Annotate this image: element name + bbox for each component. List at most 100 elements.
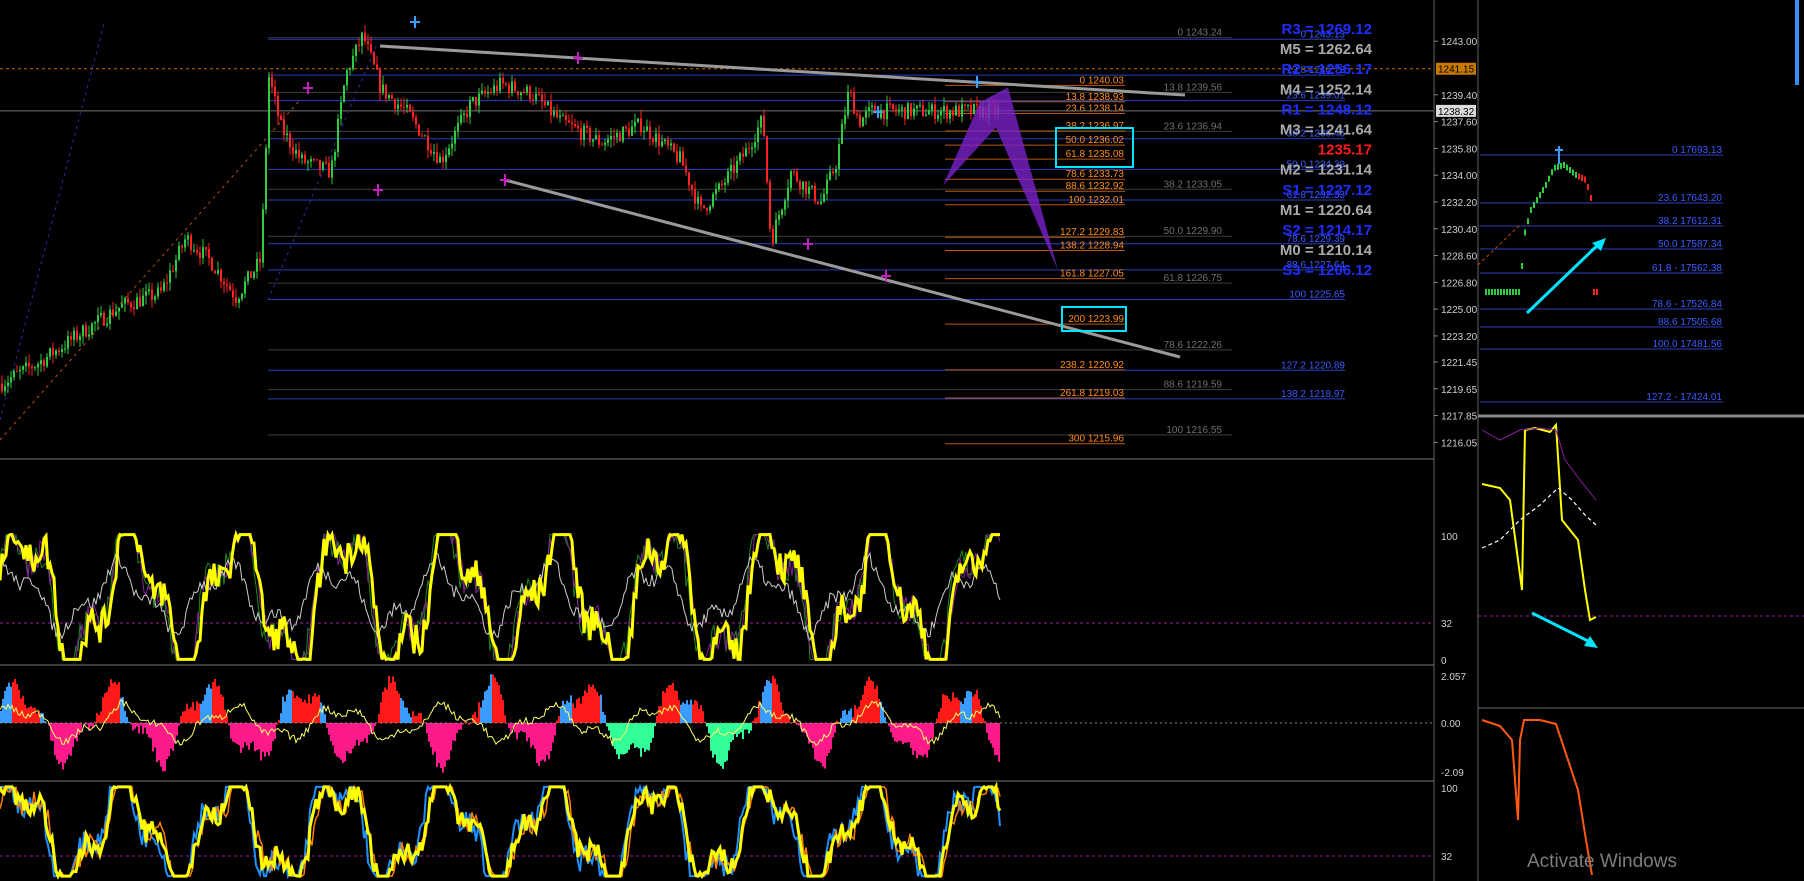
histogram-bar xyxy=(306,703,308,723)
candle-body xyxy=(916,105,918,109)
price-tick-label: 1239.40 xyxy=(1441,91,1478,102)
pivot-level-label: M0 = 1210.14 xyxy=(1280,242,1373,259)
histogram-bar xyxy=(996,723,998,756)
histogram-bar xyxy=(662,691,664,723)
candle-body xyxy=(958,105,960,117)
candle-body xyxy=(67,336,69,349)
candle-body xyxy=(361,32,363,46)
candle-body xyxy=(94,322,96,324)
candle-body xyxy=(559,115,561,118)
histogram-tick-label: 0.00 xyxy=(1441,719,1461,730)
candle-body xyxy=(646,126,648,131)
candle-body xyxy=(871,105,873,108)
fib-orange-label: 127.2 1229.83 xyxy=(1060,227,1124,238)
candle-body xyxy=(58,350,60,353)
candle-body xyxy=(502,77,504,84)
candle-body xyxy=(211,257,213,271)
candle-body xyxy=(649,126,651,139)
histogram-bar xyxy=(200,703,202,723)
histogram-bar xyxy=(526,723,528,742)
candle-body xyxy=(520,92,522,96)
candle-body xyxy=(310,158,312,162)
histogram-bar xyxy=(332,723,334,746)
candle-body xyxy=(313,158,315,160)
histogram-bar xyxy=(768,680,770,723)
histogram-bar xyxy=(586,692,588,723)
candle-body xyxy=(796,171,798,182)
candle-body xyxy=(961,104,963,117)
candle-body xyxy=(679,151,681,162)
histogram-bar xyxy=(604,714,606,723)
pivot-level-label: 1235.17 xyxy=(1318,142,1372,159)
trading-chart[interactable]: 1243.00 1239.40 1237.60 1235.80 1234.00 1232.… xyxy=(0,0,1804,881)
candle-body xyxy=(580,128,582,140)
histogram-bar xyxy=(698,708,700,723)
histogram-bar xyxy=(594,688,596,723)
candle-body xyxy=(901,107,903,110)
candle-body xyxy=(682,151,684,166)
candle-body xyxy=(142,295,144,307)
histogram-bar xyxy=(752,720,754,723)
candle-body xyxy=(868,107,870,112)
pivot-level-label: S3 = 1206.12 xyxy=(1282,262,1372,279)
pivot-level-label: S2 = 1214.17 xyxy=(1282,222,1372,239)
candle-body xyxy=(46,356,48,367)
candle-body xyxy=(334,152,336,161)
histogram-bar xyxy=(436,723,438,767)
histogram-bar xyxy=(2,698,4,723)
osc1-tick-label: 32 xyxy=(1441,619,1453,630)
histogram-bar xyxy=(714,723,716,755)
histogram-bar xyxy=(342,723,344,763)
histogram-bar xyxy=(396,690,398,723)
histogram-bar xyxy=(272,723,274,742)
histogram-bar xyxy=(194,710,196,723)
histogram-bar xyxy=(874,688,876,723)
histogram-bar xyxy=(706,723,708,727)
candle-body xyxy=(145,291,147,296)
candle-body xyxy=(949,110,951,119)
histogram-bar xyxy=(892,723,894,738)
candle-body xyxy=(577,125,579,129)
histogram-bar xyxy=(720,723,722,766)
histogram-tick-label: 2.057 xyxy=(1441,672,1466,683)
histogram-bar xyxy=(942,694,944,723)
histogram-bar xyxy=(486,689,488,723)
candle-body xyxy=(319,159,321,170)
histogram-bar xyxy=(860,700,862,723)
fib-orange-label: 238.2 1220.92 xyxy=(1060,360,1124,371)
histogram-bar xyxy=(652,723,654,738)
candle-body xyxy=(109,309,111,324)
candle-body xyxy=(805,181,807,194)
histogram-bar xyxy=(596,691,598,723)
candle-body xyxy=(670,143,672,146)
candle-body xyxy=(274,86,276,96)
histogram-bar xyxy=(972,696,974,723)
candle-body xyxy=(556,111,558,118)
histogram-bar xyxy=(310,703,312,723)
histogram-bar xyxy=(12,681,14,723)
candle-body xyxy=(118,307,120,312)
histogram-bar xyxy=(136,723,138,727)
histogram-bar xyxy=(238,723,240,746)
histogram-bar xyxy=(358,723,360,746)
histogram-bar xyxy=(170,723,172,749)
candle-body xyxy=(595,135,597,140)
histogram-bar xyxy=(828,723,830,753)
histogram-bar xyxy=(482,700,484,723)
candle-body xyxy=(424,135,426,137)
candle-body xyxy=(691,185,693,190)
histogram-bar xyxy=(178,723,180,726)
candle-body xyxy=(106,323,108,326)
candle-body xyxy=(970,105,972,114)
candle-body xyxy=(196,250,198,253)
candle-body xyxy=(232,290,234,298)
price-tick-label: 1230.40 xyxy=(1441,225,1478,236)
histogram-bar xyxy=(234,723,236,743)
mini-osc-main xyxy=(1481,422,1597,622)
candle-body xyxy=(673,143,675,152)
candle-body xyxy=(478,93,480,106)
candle-body xyxy=(955,105,957,116)
candle-body xyxy=(748,148,750,150)
candle-body xyxy=(400,104,402,107)
candle-body xyxy=(220,269,222,282)
